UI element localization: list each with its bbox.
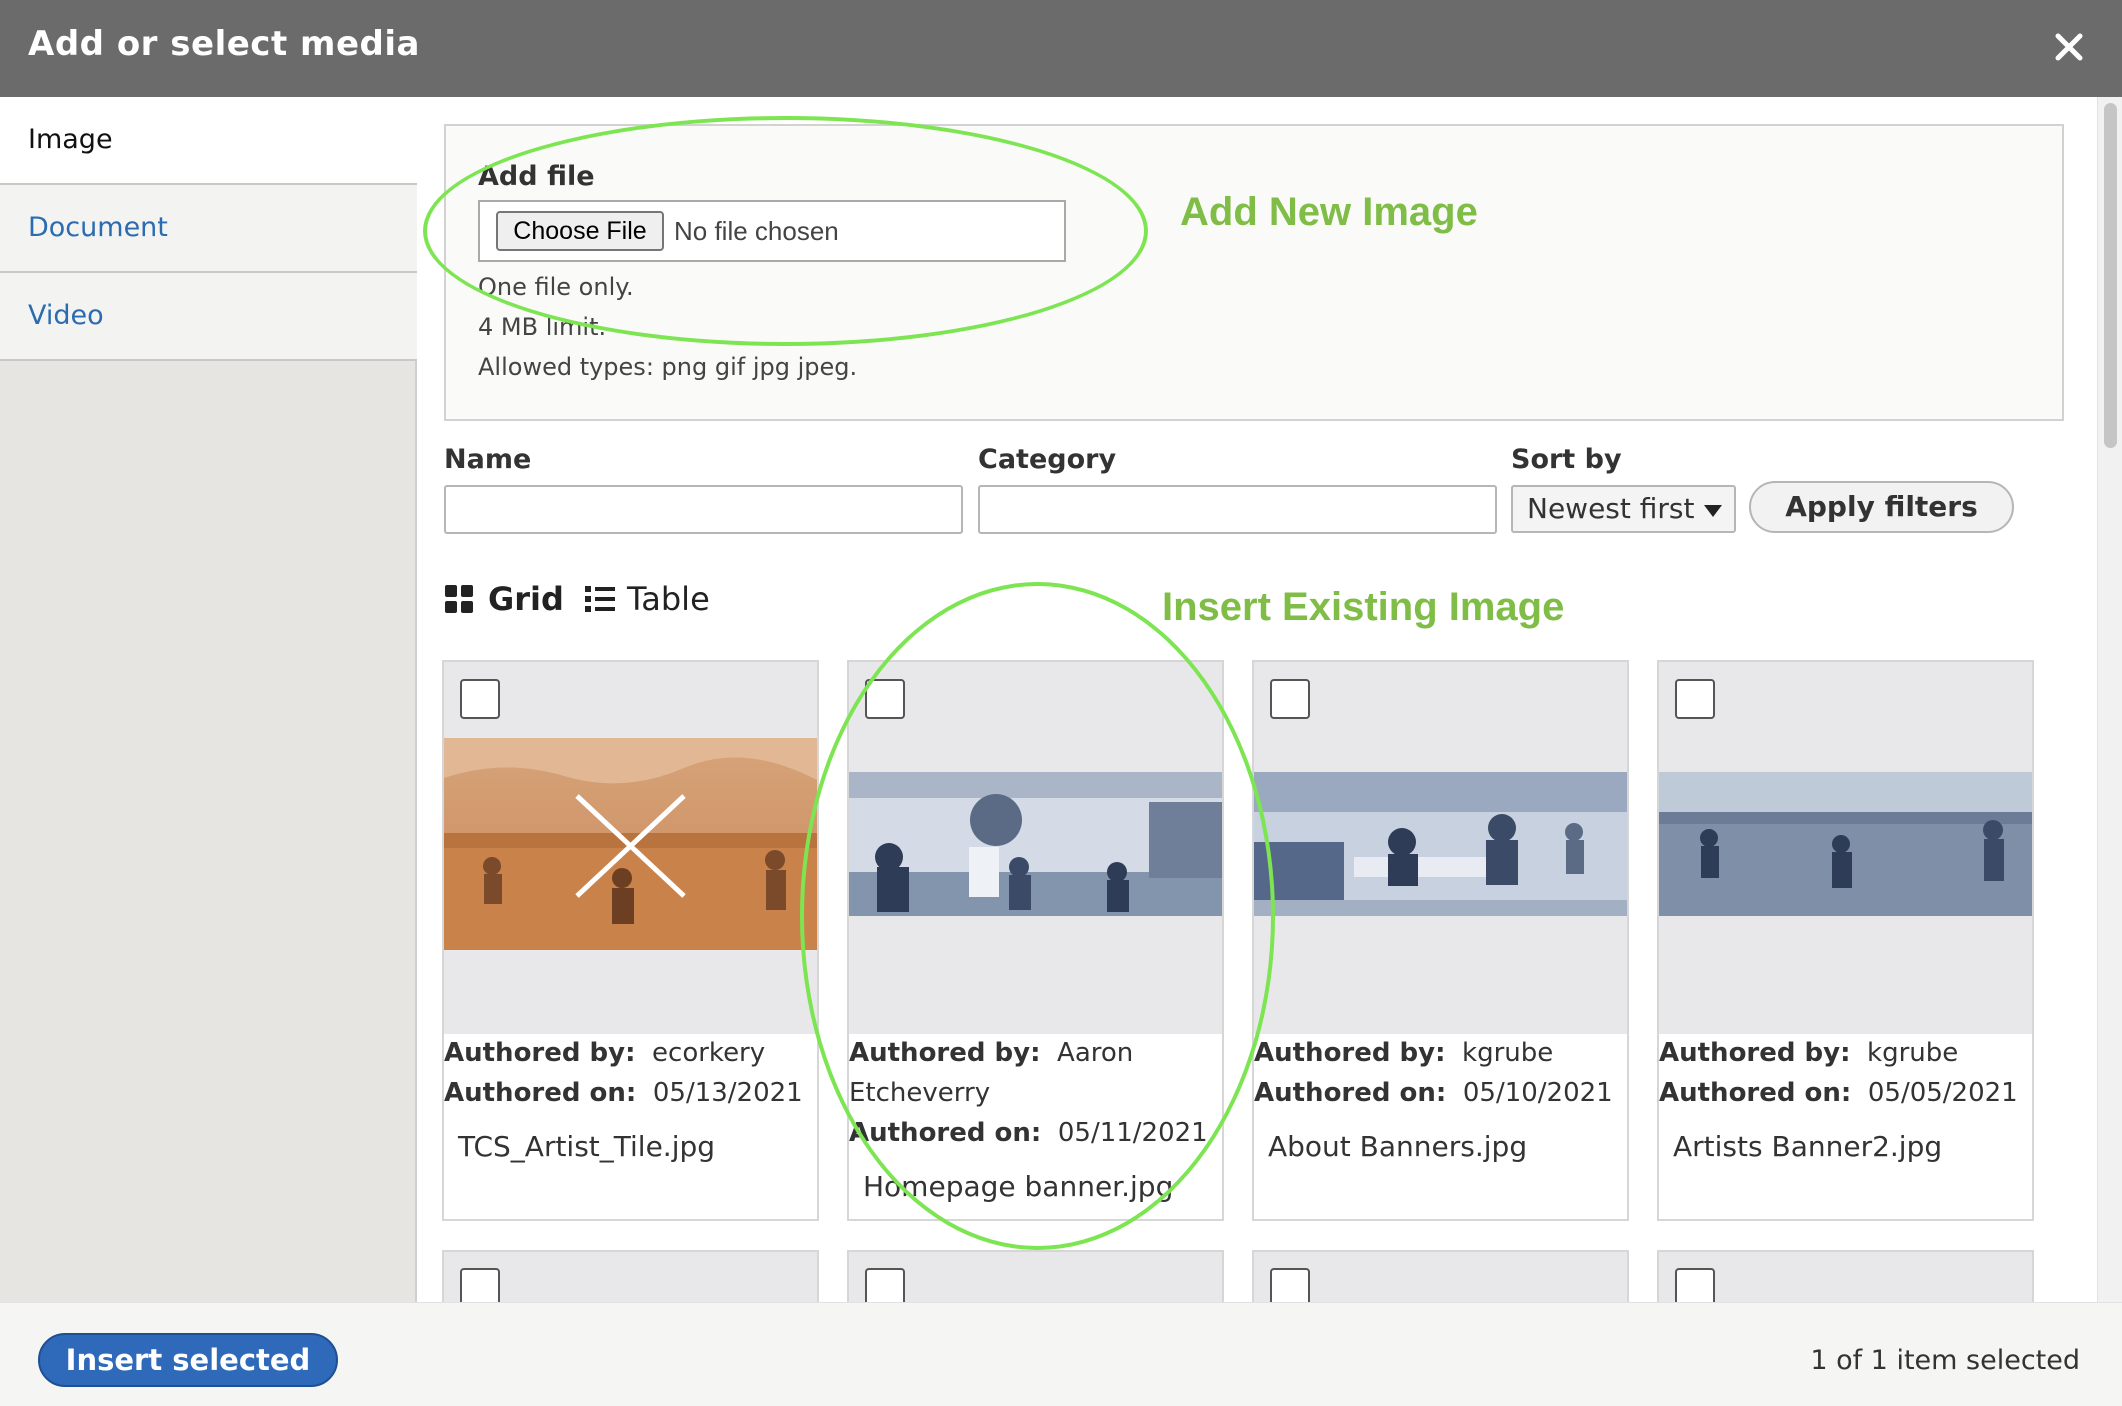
sort-by-value: Newest first xyxy=(1527,492,1695,525)
file-name: TCS_Artist_Tile.jpg xyxy=(458,1130,716,1163)
insert-selected-button[interactable]: Insert selected xyxy=(38,1333,338,1387)
tab-image[interactable]: Image xyxy=(0,97,419,185)
dialog-footer: Insert selected 1 of 1 item selected xyxy=(0,1302,2122,1406)
author-name-continued: Etcheverry xyxy=(849,1078,991,1108)
authored-by: Authored by: kgrube xyxy=(1659,1038,1958,1068)
author-name: Aaron xyxy=(1057,1038,1134,1068)
sort-by-select[interactable]: Newest first xyxy=(1511,485,1736,533)
no-file-text: No file chosen xyxy=(674,216,839,246)
authored-on-label: Authored on: xyxy=(1254,1078,1447,1108)
dialog-title: Add or select media xyxy=(28,24,420,64)
tab-document[interactable]: Document xyxy=(0,185,417,273)
select-checkbox[interactable] xyxy=(460,679,500,719)
close-icon[interactable] xyxy=(2044,22,2094,72)
help-text-size-limit: 4 MB limit. xyxy=(478,313,607,341)
chevron-down-icon xyxy=(1704,505,1722,517)
author-name: kgrube xyxy=(1867,1038,1959,1068)
media-card[interactable] xyxy=(847,1250,1224,1310)
thumbnail-image xyxy=(1254,772,1627,916)
media-card[interactable] xyxy=(1657,1250,2034,1310)
add-file-label: Add file xyxy=(478,161,595,192)
authored-date: 05/10/2021 xyxy=(1462,1078,1613,1108)
grid-label: Grid xyxy=(488,580,564,618)
help-text-allowed-types: Allowed types: png gif jpg jpeg. xyxy=(478,353,858,381)
sort-by-label: Sort by xyxy=(1511,444,1622,475)
select-checkbox[interactable] xyxy=(1270,679,1310,719)
authored-on: Authored on: 05/11/2021 xyxy=(849,1118,1208,1148)
authored-date: 05/13/2021 xyxy=(652,1078,803,1108)
file-input[interactable]: Choose File No file chosen xyxy=(478,200,1066,262)
selection-status: 1 of 1 item selected xyxy=(1810,1345,2080,1376)
authored-by: Authored by: Aaron xyxy=(849,1038,1133,1068)
category-filter-label: Category xyxy=(978,444,1117,475)
thumbnail-image xyxy=(1659,772,2032,916)
tab-video[interactable]: Video xyxy=(0,273,417,361)
scrollbar-thumb[interactable] xyxy=(2104,103,2117,448)
annotation-insert-existing-image: Insert Existing Image xyxy=(1162,585,1565,629)
media-card[interactable] xyxy=(442,1250,819,1310)
category-filter-input[interactable] xyxy=(978,485,1497,534)
media-card[interactable]: Authored by: ecorkery Authored on: 05/13… xyxy=(442,660,819,1221)
authored-on-label: Authored on: xyxy=(1659,1078,1852,1108)
authored-by-label: Authored by: xyxy=(1659,1038,1851,1068)
authored-on: Authored on: 05/10/2021 xyxy=(1254,1078,1613,1108)
media-card[interactable]: Authored by: kgrube Authored on: 05/05/2… xyxy=(1657,660,2034,1221)
media-card[interactable] xyxy=(1252,1250,1629,1310)
media-card[interactable]: Authored by: kgrube Authored on: 05/10/2… xyxy=(1252,660,1629,1221)
authored-date: 05/05/2021 xyxy=(1867,1078,2018,1108)
name-filter-label: Name xyxy=(444,444,532,475)
authored-date: 05/11/2021 xyxy=(1057,1118,1208,1148)
select-checkbox[interactable] xyxy=(865,679,905,719)
authored-on-label: Authored on: xyxy=(444,1078,637,1108)
thumbnail-image xyxy=(444,738,817,950)
list-icon xyxy=(585,584,615,622)
file-name: About Banners.jpg xyxy=(1268,1130,1528,1163)
authored-by: Authored by: kgrube xyxy=(1254,1038,1553,1068)
authored-by-label: Authored by: xyxy=(444,1038,636,1068)
authored-by-label: Authored by: xyxy=(1254,1038,1446,1068)
grid-icon xyxy=(444,584,474,622)
annotation-add-new-image: Add New Image xyxy=(1180,190,1478,234)
dialog-titlebar: Add or select media xyxy=(0,0,2122,97)
authored-by: Authored by: ecorkery xyxy=(444,1038,765,1068)
file-name: Artists Banner2.jpg xyxy=(1673,1130,1943,1163)
choose-file-button[interactable]: Choose File xyxy=(496,211,664,251)
authored-on: Authored on: 05/05/2021 xyxy=(1659,1078,2018,1108)
help-text-one-file: One file only. xyxy=(478,273,634,301)
author-name: kgrube xyxy=(1462,1038,1554,1068)
name-filter-input[interactable] xyxy=(444,485,963,534)
select-checkbox[interactable] xyxy=(1675,679,1715,719)
media-card[interactable]: Authored by: Aaron Etcheverry Authored o… xyxy=(847,660,1224,1221)
apply-filters-button[interactable]: Apply filters xyxy=(1749,481,2014,533)
file-name: Homepage banner.jpg xyxy=(863,1170,1174,1203)
thumbnail-image xyxy=(849,772,1222,916)
authored-on: Authored on: 05/13/2021 xyxy=(444,1078,803,1108)
authored-on-label: Authored on: xyxy=(849,1118,1042,1148)
scrollbar[interactable] xyxy=(2097,97,2122,1302)
author-name: ecorkery xyxy=(652,1038,766,1068)
table-label: Table xyxy=(627,580,710,618)
authored-by-label: Authored by: xyxy=(849,1038,1041,1068)
